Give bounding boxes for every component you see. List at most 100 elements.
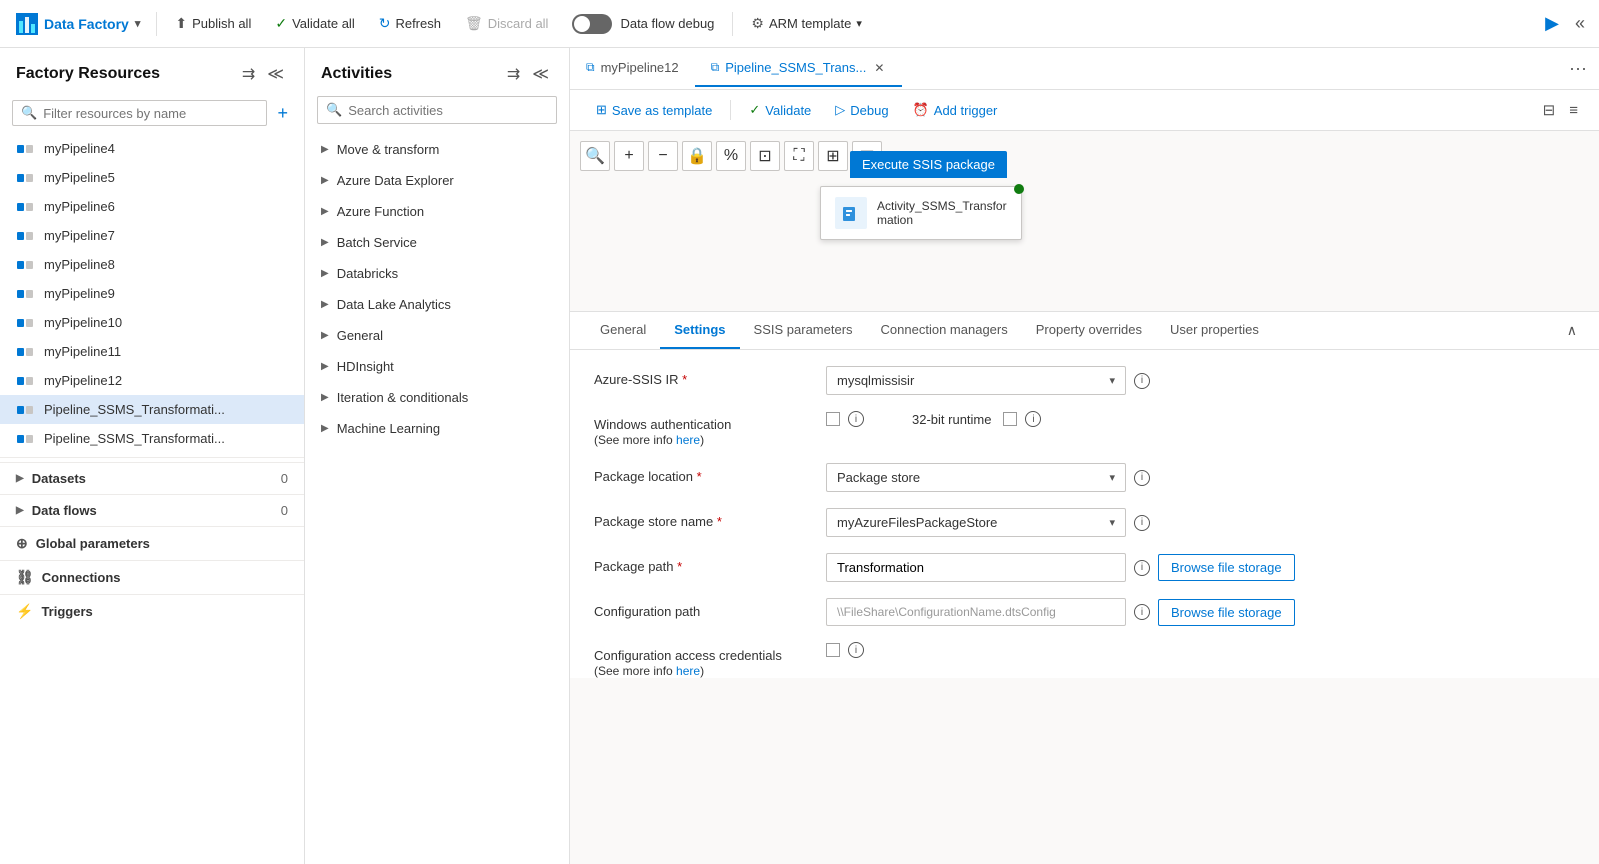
package-store-name-select[interactable]: myAzureFilesPackageStore ▾ (826, 508, 1126, 537)
sidebar-item-mypipeline11[interactable]: myPipeline11 (0, 337, 304, 366)
sidebar-section-dataflows[interactable]: ▶ Data flows 0 (0, 494, 304, 526)
windows-auth-info-icon[interactable]: i (848, 411, 864, 427)
package-path-browse-button[interactable]: Browse file storage (1158, 554, 1295, 581)
config-access-info-icon[interactable]: i (848, 642, 864, 658)
sidebar-section-global-params[interactable]: ⊕ Global parameters (0, 526, 304, 560)
sidebar-item-mypipeline7[interactable]: myPipeline7 (0, 221, 304, 250)
package-location-select[interactable]: Package store ▾ (826, 463, 1126, 492)
tab-mypipeline12[interactable]: ⧉ myPipeline12 (570, 50, 695, 87)
zoom-percent-button[interactable]: % (716, 141, 746, 171)
brand-chevron-icon[interactable]: ▾ (135, 17, 141, 30)
zoom-lock-button[interactable]: 🔒 (682, 141, 712, 171)
add-resource-button[interactable]: + (273, 101, 292, 126)
validate-all-button[interactable]: ✓ Validate all (265, 10, 364, 37)
tab-user-properties[interactable]: User properties (1156, 312, 1273, 349)
sidebar-item-mypipeline5[interactable]: myPipeline5 (0, 163, 304, 192)
tab-ssis-parameters[interactable]: SSIS parameters (740, 312, 867, 349)
tab-close-button[interactable]: ✕ (872, 61, 886, 75)
activity-group-data-lake-analytics[interactable]: ▶ Data Lake Analytics (305, 289, 569, 320)
activity-node[interactable]: Activity_SSMS_Transformation (820, 186, 1022, 240)
activity-group-azure-function[interactable]: ▶ Azure Function (305, 196, 569, 227)
runtime-32bit-info-icon[interactable]: i (1025, 411, 1041, 427)
package-path-input[interactable] (826, 553, 1126, 582)
configuration-path-input[interactable] (826, 598, 1126, 626)
azure-ssis-ir-select[interactable]: mysqlmissisir ▾ (826, 366, 1126, 395)
sidebar-item-pipeline-ssms-1[interactable]: Pipeline_SSMS_Transformati... (0, 395, 304, 424)
activity-group-move-transform[interactable]: ▶ Move & transform (305, 134, 569, 165)
zoom-minus-button[interactable]: − (648, 141, 678, 171)
sidebar-item-mypipeline9[interactable]: myPipeline9 (0, 279, 304, 308)
azure-ssis-ir-info-icon[interactable]: i (1134, 373, 1150, 389)
dataflow-debug-toggle[interactable]: Data flow debug (562, 14, 724, 34)
canvas-toolbar: ⊞ Save as template ✓ Validate ▷ Debug ⏰ … (570, 90, 1599, 131)
activity-group-batch-service[interactable]: ▶ Batch Service (305, 227, 569, 258)
sidebar-item-mypipeline8[interactable]: myPipeline8 (0, 250, 304, 279)
package-path-info-icon[interactable]: i (1134, 560, 1150, 576)
activity-group-machine-learning[interactable]: ▶ Machine Learning (305, 413, 569, 444)
arm-template-button[interactable]: ⚙ ARM template ▾ (741, 10, 871, 37)
zoom-layout-button[interactable]: ⊞ (818, 141, 848, 171)
sidebar-collapse-button[interactable]: ⇉ (238, 62, 259, 86)
configuration-path-info-icon[interactable]: i (1134, 604, 1150, 620)
brand[interactable]: Data Factory ▾ (8, 13, 148, 35)
zoom-fit-button[interactable]: ⊡ (750, 141, 780, 171)
activity-group-databricks[interactable]: ▶ Databricks (305, 258, 569, 289)
sidebar-item-mypipeline12[interactable]: myPipeline12 (0, 366, 304, 395)
activity-group-azure-explorer[interactable]: ▶ Azure Data Explorer (305, 165, 569, 196)
package-store-name-info-icon[interactable]: i (1134, 515, 1150, 531)
sidebar-item-pipeline-ssms-2[interactable]: Pipeline_SSMS_Transformati... (0, 424, 304, 453)
add-trigger-button[interactable]: ⏰ Add trigger (903, 97, 1008, 123)
activity-group-hdinsight[interactable]: ▶ HDInsight (305, 351, 569, 382)
zoom-fullscreen-button[interactable]: ⛶ (784, 141, 814, 171)
sidebar-item-mypipeline10[interactable]: myPipeline10 (0, 308, 304, 337)
activity-group-general[interactable]: ▶ General (305, 320, 569, 351)
discard-all-button[interactable]: 🗑 Discard all (455, 10, 558, 37)
settings-collapse-button[interactable]: ∧ (1561, 318, 1583, 343)
tab-connection-managers[interactable]: Connection managers (867, 312, 1022, 349)
canvas-view-button[interactable]: ⊟ (1538, 96, 1561, 124)
canvas-tabs-more-button[interactable]: ··· (1557, 48, 1599, 89)
filter-resources-input[interactable] (43, 106, 258, 121)
activities-collapse-btn[interactable]: ⇉ (503, 62, 524, 86)
sidebar-minimize-button[interactable]: ≪ (263, 62, 288, 86)
play-icon-button[interactable]: ▶ (1539, 9, 1565, 38)
activity-group-label: Batch Service (337, 235, 417, 250)
search-activities-input[interactable] (348, 103, 548, 118)
dataflows-label: Data flows (32, 503, 97, 518)
activity-group-label: Databricks (337, 266, 398, 281)
validate-button[interactable]: ✓ Validate (739, 97, 821, 123)
config-access-checkbox[interactable] (826, 643, 840, 657)
runtime-32bit-checkbox[interactable] (1003, 412, 1017, 426)
discard-icon: 🗑 (465, 15, 483, 32)
activities-minimize-btn[interactable]: ≪ (528, 62, 553, 86)
sidebar-search[interactable]: 🔍 (12, 100, 267, 126)
tab-pipeline-ssms[interactable]: ⧉ Pipeline_SSMS_Trans... ✕ (695, 50, 903, 87)
toggle-track[interactable] (572, 14, 612, 34)
package-location-info-icon[interactable]: i (1134, 470, 1150, 486)
sidebar-item-mypipeline6[interactable]: myPipeline6 (0, 192, 304, 221)
tab-general[interactable]: General (586, 312, 660, 349)
configuration-path-browse-button[interactable]: Browse file storage (1158, 599, 1295, 626)
sidebar-section-connections[interactable]: ⛓ Connections (0, 560, 304, 594)
publish-all-button[interactable]: ⬆ Publish all (165, 10, 261, 37)
debug-button[interactable]: ▷ Debug (825, 97, 898, 123)
sidebar-item-mypipeline4[interactable]: myPipeline4 (0, 134, 304, 163)
zoom-add-button[interactable]: + (614, 141, 644, 171)
refresh-button[interactable]: ↻ Refresh (369, 10, 451, 37)
windows-auth-link[interactable]: here (676, 433, 700, 447)
tab-property-overrides[interactable]: Property overrides (1022, 312, 1156, 349)
canvas-settings-button[interactable]: ≡ (1564, 96, 1583, 124)
zoom-search-button[interactable]: 🔍 (580, 141, 610, 171)
collapse-icon-button[interactable]: « (1569, 9, 1591, 38)
activities-search[interactable]: 🔍 (317, 96, 557, 124)
general-chevron-icon: ▶ (321, 330, 329, 341)
validate-icon: ✓ (275, 15, 287, 32)
canvas-surface[interactable]: 🔍 + − 🔒 % ⊡ ⛶ ⊞ ▦ Execute SSIS package (570, 131, 1599, 311)
windows-auth-checkbox[interactable] (826, 412, 840, 426)
sidebar-section-datasets[interactable]: ▶ Datasets 0 (0, 462, 304, 494)
sidebar-section-triggers[interactable]: ⚡ Triggers (0, 594, 304, 628)
activity-group-iteration[interactable]: ▶ Iteration & conditionals (305, 382, 569, 413)
save-as-template-button[interactable]: ⊞ Save as template (586, 97, 722, 123)
tab-settings[interactable]: Settings (660, 312, 739, 349)
config-access-link[interactable]: here (676, 664, 700, 678)
